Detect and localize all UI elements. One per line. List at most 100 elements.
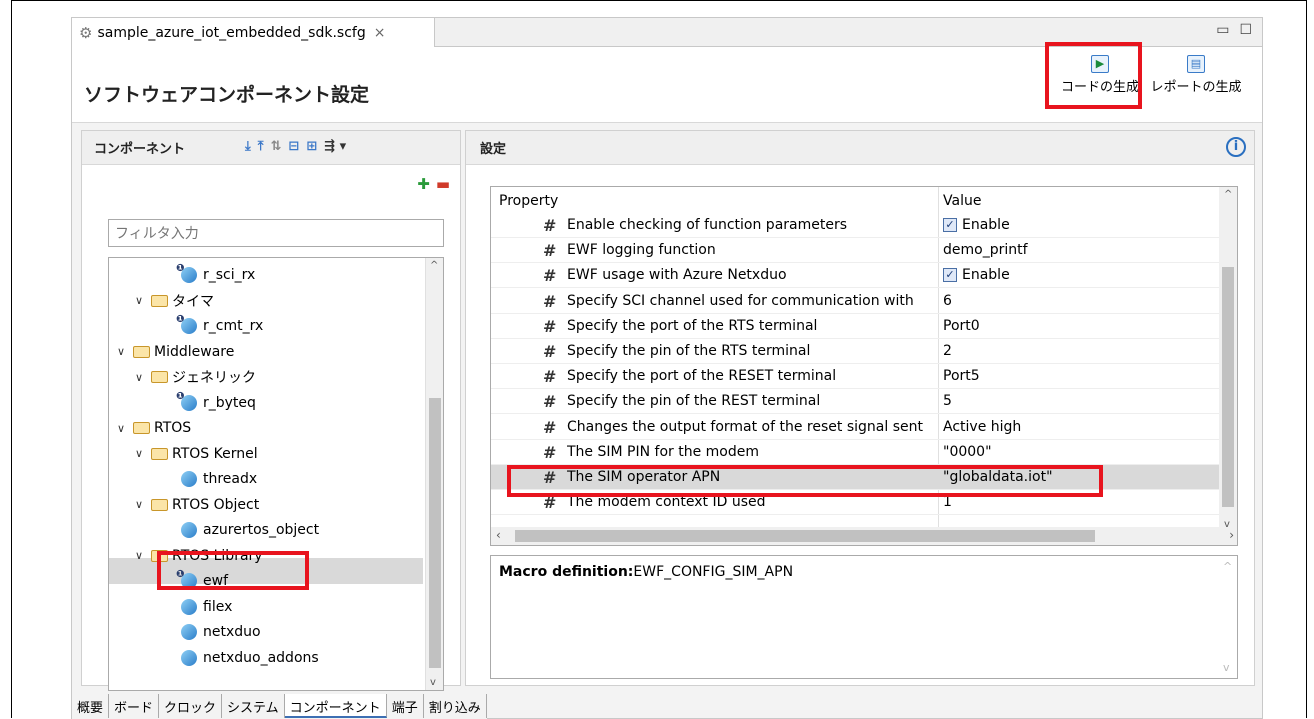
property-value-text: demo_printf [943,242,1028,259]
export-icon[interactable]: ⤒ [258,139,264,154]
property-row[interactable]: # Specify the pin of the RTS terminal 2 [491,339,1221,364]
macro-scrollbar[interactable]: ^ v [1219,556,1237,678]
tree-component[interactable]: ❶ r_sci_rx [176,262,255,288]
property-value[interactable]: Port5 [943,368,980,384]
info-badge-icon: ❶ [176,569,185,580]
chevron-down-icon[interactable]: ∨ [135,371,151,384]
property-column-header[interactable]: Property [499,193,558,209]
hash-icon: # [543,367,557,387]
tree-folder[interactable]: ∨ RTOS Library [135,543,263,569]
property-table-header: Property Value [491,187,1221,213]
chevron-down-icon[interactable]: ∨ [117,422,133,435]
hash-icon: # [543,342,557,361]
tree-component[interactable]: filex [181,594,232,620]
tree-component[interactable]: netxduo [181,619,261,645]
property-name: The SIM operator APN [567,469,721,485]
chevron-down-icon[interactable]: ∨ [117,345,133,358]
bottom-tab[interactable]: クロック [159,694,223,718]
property-value[interactable]: ✓ Enable [943,267,1010,283]
property-value[interactable]: "globaldata.iot" [943,469,1053,485]
chevron-down-icon[interactable]: ∨ [135,549,151,562]
bottom-tab[interactable]: 概要 [72,694,110,718]
bottom-tab[interactable]: 端子 [387,694,424,718]
property-name: EWF logging function [567,242,716,259]
tree-node-label: r_byteq [203,394,256,411]
checkbox[interactable]: ✓ [943,268,957,283]
maximize-icon[interactable]: ☐ [1239,22,1252,38]
property-value-text: Enable [962,217,1010,233]
tree-scrollbar-thumb[interactable] [429,398,441,668]
view-menu-icon[interactable]: ⇶ ▾ [324,139,346,154]
property-horizontal-scrollbar[interactable]: ‹ › [491,527,1237,545]
tree-scrollbar[interactable]: ^ v [425,258,443,690]
chevron-down-icon[interactable]: ∨ [135,498,151,511]
info-icon[interactable]: i [1226,137,1246,157]
folder-icon [133,422,150,434]
property-row[interactable]: # EWF logging function demo_printf [491,238,1221,264]
property-row[interactable]: # The SIM operator APN "globaldata.iot" [491,465,1221,490]
tree-folder[interactable]: ∨ ジェネリック [135,364,256,390]
property-name: Specify the pin of the RTS terminal [567,343,811,359]
property-row[interactable]: # Specify the port of the RTS terminal Por… [491,314,1221,339]
chevron-down-icon[interactable]: ∨ [135,447,151,460]
property-value[interactable]: Active high [943,419,1021,435]
sort-icon[interactable]: ⇅ [271,139,282,154]
components-toolbar: ⤓ ⤒ ⇅ ⊟ ⊞ ⇶ ▾ [245,139,346,154]
tree-component[interactable]: netxduo_addons [181,645,319,671]
property-row[interactable]: # The SIM PIN for the modem "0000" [491,440,1221,465]
property-row[interactable]: # The modem context ID used 1 [491,490,1221,516]
tree-component[interactable]: threadx [181,466,257,492]
checkbox[interactable]: ✓ [943,218,957,232]
property-value[interactable]: ✓ Enable [943,217,1010,233]
macro-label: Macro definition: [499,564,634,580]
tree-folder[interactable]: ∨ RTOS Kernel [135,441,258,467]
bottom-tab[interactable]: システム [222,694,285,718]
property-value[interactable]: 1 [943,494,952,510]
value-column-header[interactable]: Value [943,193,981,209]
bottom-tab[interactable]: 割り込み [424,694,487,718]
property-value[interactable]: Port0 [943,318,980,334]
close-icon[interactable]: × [374,25,386,41]
property-name: Specify SCI channel used for communicati… [567,292,914,309]
bottom-tab[interactable]: ボード [109,694,160,718]
generate-code-button[interactable]: ▶ コードの生成 [1054,55,1146,95]
property-row[interactable]: # Specify the pin of the REST terminal 5 [491,389,1221,415]
tree-node-label: RTOS Kernel [172,445,258,462]
folder-icon [151,371,168,383]
tree-folder[interactable]: ∨ RTOS [117,415,191,441]
tree-node-label: ジェネリック [172,370,256,386]
property-value[interactable]: 2 [943,343,952,359]
gear-icon: ⚙ [79,23,93,42]
property-value[interactable]: 6 [943,293,952,309]
minimize-icon[interactable]: ▭ [1216,22,1229,38]
property-vertical-scrollbar[interactable]: ^ v [1219,187,1237,532]
tree-folder[interactable]: ∨ タイマ [135,288,214,314]
property-value[interactable]: "0000" [943,444,992,460]
property-row[interactable]: # Enable checking of function parameters ✓… [491,213,1221,238]
property-value-text: 6 [943,292,952,309]
bottom-tab[interactable]: コンポーネント [284,694,387,718]
property-value[interactable]: demo_printf [943,242,1028,258]
property-hscroll-thumb[interactable] [515,530,1095,542]
tree-folder[interactable]: ∨ RTOS Object [135,492,259,518]
tree-component[interactable]: azurertos_object [181,517,319,543]
remove-component-icon[interactable]: ▬ [436,175,450,193]
chevron-down-icon[interactable]: ∨ [135,294,151,307]
property-row[interactable]: # Specify the port of the RESET terminal P… [491,364,1221,390]
property-value[interactable]: 5 [943,393,952,409]
generate-report-button[interactable]: ▤ レポートの生成 [1150,55,1242,95]
tree-component[interactable]: ❶ ewf [176,568,228,594]
property-row[interactable]: # Specify SCI channel used for communicat… [491,289,1221,314]
add-component-icon[interactable]: ✚ [417,175,430,193]
import-icon[interactable]: ⤓ [245,139,251,154]
file-tab[interactable]: ⚙ sample_azure_iot_embedded_sdk.scfg × [72,18,435,47]
property-row[interactable]: # Changes the output format of the reset … [491,415,1221,440]
filter-input[interactable] [108,219,444,247]
expand-all-icon[interactable]: ⊞ [306,139,317,154]
tree-folder[interactable]: ∨ Middleware [117,339,234,365]
property-row[interactable]: # EWF usage with Azure Netxduo ✓ Enable [491,263,1221,289]
collapse-all-icon[interactable]: ⊟ [288,139,299,154]
property-vscroll-thumb[interactable] [1222,267,1234,507]
tree-component[interactable]: ❶ r_cmt_rx [176,313,263,339]
tree-component[interactable]: ❶ r_byteq [176,390,256,416]
